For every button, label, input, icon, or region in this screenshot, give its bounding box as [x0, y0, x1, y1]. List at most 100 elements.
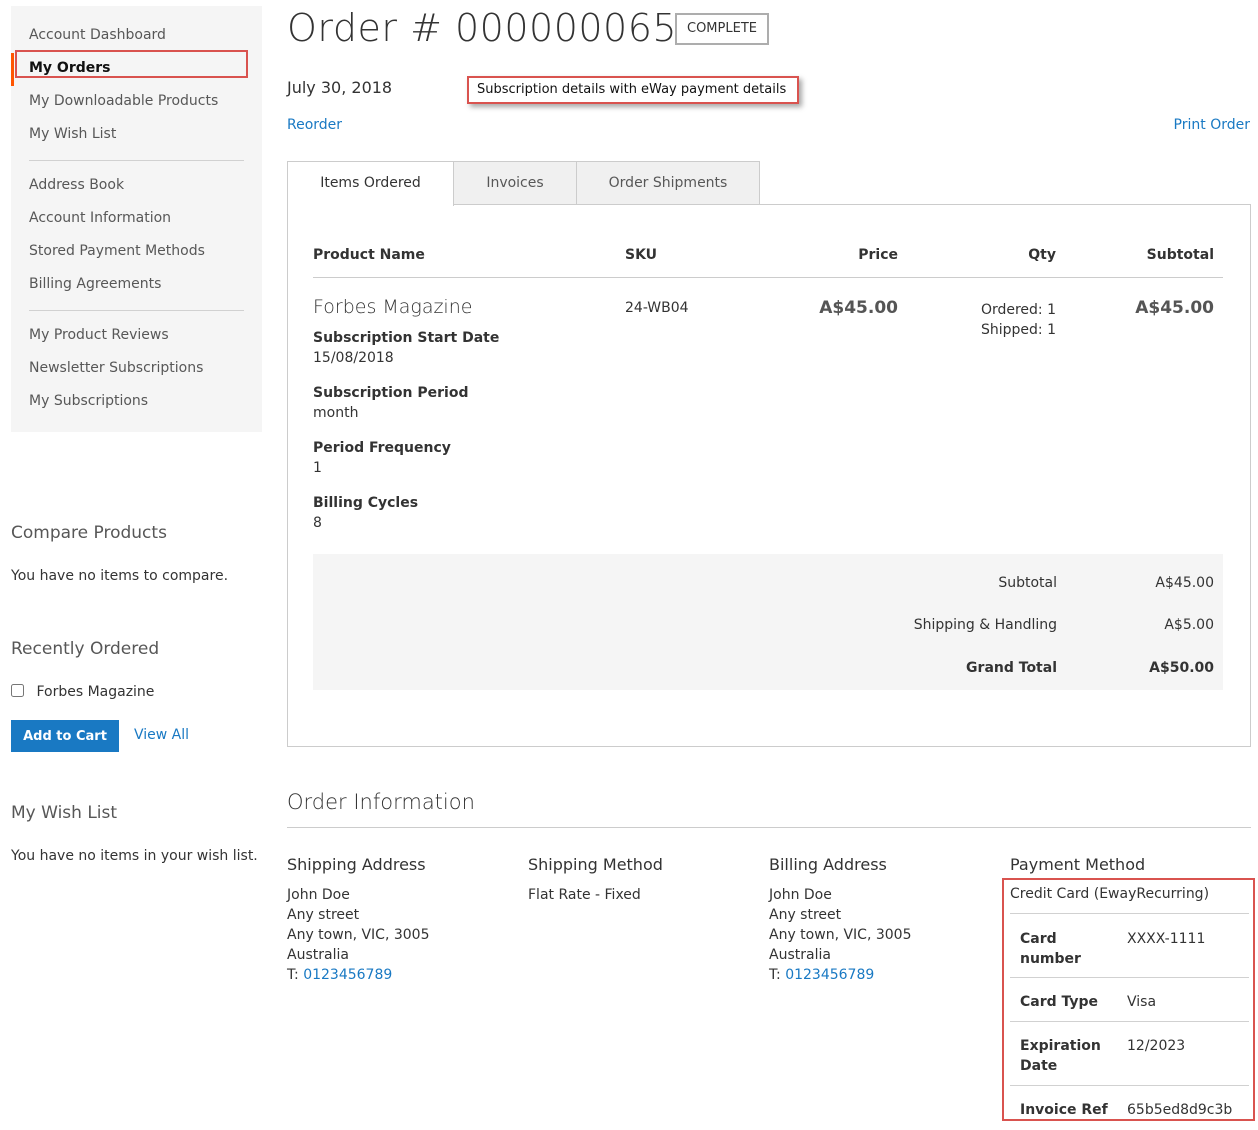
payment-method-title: Payment Method	[1010, 855, 1146, 874]
payment-details-table: Card number XXXX-1111 Card Type Visa Exp…	[1010, 913, 1249, 1130]
view-all-link[interactable]: View All	[134, 727, 189, 743]
order-date: July 30, 2018	[287, 78, 393, 97]
phone-link[interactable]: 0123456789	[785, 967, 874, 983]
totals-grand-total-label: Grand Total	[966, 660, 1057, 676]
payment-row-invoice-ref: Invoice Ref 65b5ed8d9c3b	[1010, 1085, 1249, 1130]
nav-my-downloadable-products[interactable]: My Downloadable Products	[11, 86, 262, 119]
shipping-address-title: Shipping Address	[287, 855, 426, 874]
shipping-method-value: Flat Rate - Fixed	[528, 887, 641, 903]
card-type-label: Card Type	[1020, 994, 1099, 1010]
option-value: 1	[313, 460, 322, 476]
nav-account-information[interactable]: Account Information	[11, 203, 262, 236]
page-title: Order # 000000065	[287, 6, 678, 50]
add-to-cart-button[interactable]: Add to Cart	[11, 720, 119, 752]
card-type-value: Visa	[1127, 994, 1157, 1010]
totals-grand-total-value: A$50.00	[1149, 660, 1214, 676]
nav-divider	[29, 310, 244, 311]
address-country: Australia	[287, 947, 349, 963]
nav-billing-agreements[interactable]: Billing Agreements	[11, 269, 262, 302]
product-name: Forbes Magazine	[313, 296, 473, 318]
nav-stored-payment-methods[interactable]: Stored Payment Methods	[11, 236, 262, 269]
address-name: John Doe	[287, 887, 350, 903]
col-header-sku: SKU	[625, 247, 658, 263]
shipping-method-title: Shipping Method	[528, 855, 663, 874]
compare-title: Compare Products	[11, 523, 167, 543]
address-country: Australia	[769, 947, 831, 963]
payment-row-card-number: Card number XXXX-1111	[1010, 913, 1249, 977]
shipping-method-block: Shipping Method Flat Rate - Fixed	[528, 855, 663, 905]
tab-items-ordered[interactable]: Items Ordered	[287, 161, 454, 206]
billing-address-block: Billing Address John Doe Any street Any …	[769, 855, 911, 985]
expiration-value: 12/2023	[1127, 1038, 1186, 1054]
nav-divider	[29, 160, 244, 161]
order-information-title: Order Information	[287, 790, 475, 814]
nav-account-dashboard[interactable]: Account Dashboard	[11, 20, 262, 53]
address-street: Any street	[287, 907, 360, 923]
invoice-ref-value: 65b5ed8d9c3b	[1127, 1102, 1233, 1118]
option-label: Subscription Period	[313, 385, 469, 401]
recently-ordered-title: Recently Ordered	[11, 639, 160, 659]
option-label: Subscription Start Date	[313, 330, 500, 346]
phone-link[interactable]: 0123456789	[303, 967, 392, 983]
option-label: Period Frequency	[313, 440, 451, 456]
address-phone: T: 0123456789	[287, 965, 429, 985]
highlight-box	[15, 50, 248, 78]
option-label: Billing Cycles	[313, 495, 419, 511]
compare-empty-text: You have no items to compare.	[11, 568, 229, 584]
option-value: 8	[313, 515, 322, 531]
order-information-divider	[287, 827, 1251, 828]
qty-shipped: Shipped: 1	[981, 322, 1056, 338]
item-sku: 24-WB04	[625, 300, 689, 316]
totals-shipping-value: A$5.00	[1164, 617, 1214, 633]
expiration-label: Expiration Date	[1020, 1038, 1101, 1074]
address-name: John Doe	[769, 887, 832, 903]
totals-subtotal-value: A$45.00	[1155, 575, 1214, 591]
address-city: Any town, VIC, 3005	[769, 927, 912, 943]
order-totals	[313, 554, 1223, 690]
totals-subtotal-label: Subtotal	[998, 575, 1057, 591]
item-qty: Ordered: 1 Shipped: 1	[981, 300, 1056, 340]
recent-item-label: Forbes Magazine	[36, 684, 155, 700]
nav-newsletter-subscriptions[interactable]: Newsletter Subscriptions	[11, 353, 262, 386]
item-price: A$45.00	[819, 298, 898, 318]
item-subtotal: A$45.00	[1135, 298, 1214, 318]
account-nav: Account Dashboard My Orders My Downloada…	[11, 6, 262, 432]
nav-my-subscriptions[interactable]: My Subscriptions	[11, 386, 262, 419]
tab-invoices[interactable]: Invoices	[453, 161, 577, 205]
recent-item: Forbes Magazine	[11, 684, 154, 700]
wish-list-empty-text: You have no items in your wish list.	[11, 848, 258, 864]
payment-row-expiration: Expiration Date 12/2023	[1010, 1021, 1249, 1085]
option-value: month	[313, 405, 359, 421]
shipping-address-block: Shipping Address John Doe Any street Any…	[287, 855, 429, 985]
reorder-link[interactable]: Reorder	[287, 117, 342, 133]
recent-item-checkbox[interactable]	[11, 684, 24, 697]
payment-row-card-type: Card Type Visa	[1010, 977, 1249, 1021]
nav-my-orders[interactable]: My Orders	[11, 50, 262, 86]
phone-prefix: T:	[287, 967, 304, 983]
payment-method-name: Credit Card (EwayRecurring)	[1010, 886, 1210, 902]
address-city: Any town, VIC, 3005	[287, 927, 430, 943]
billing-address-title: Billing Address	[769, 855, 887, 874]
card-number-value: XXXX-1111	[1127, 931, 1206, 947]
wish-list-title: My Wish List	[11, 803, 118, 823]
tab-order-shipments[interactable]: Order Shipments	[576, 161, 760, 205]
col-header-price: Price	[858, 247, 898, 263]
phone-prefix: T:	[769, 967, 786, 983]
nav-address-book[interactable]: Address Book	[11, 170, 262, 203]
col-header-subtotal: Subtotal	[1146, 247, 1214, 263]
col-header-product-name: Product Name	[313, 247, 425, 263]
table-header-divider	[313, 277, 1223, 278]
status-badge: COMPLETE	[675, 13, 769, 45]
address-street: Any street	[769, 907, 842, 923]
annotation-callout: Subscription details with eWay payment d…	[467, 76, 799, 104]
qty-ordered: Ordered: 1	[980, 302, 1056, 318]
nav-my-wish-list[interactable]: My Wish List	[11, 119, 262, 152]
option-value: 15/08/2018	[313, 350, 394, 366]
totals-shipping-label: Shipping & Handling	[913, 617, 1057, 633]
address-phone: T: 0123456789	[769, 965, 911, 985]
nav-my-product-reviews[interactable]: My Product Reviews	[11, 320, 262, 353]
invoice-ref-label: Invoice Ref	[1020, 1102, 1108, 1118]
print-order-link[interactable]: Print Order	[1174, 117, 1250, 133]
col-header-qty: Qty	[1028, 247, 1056, 263]
card-number-label: Card number	[1020, 931, 1081, 967]
